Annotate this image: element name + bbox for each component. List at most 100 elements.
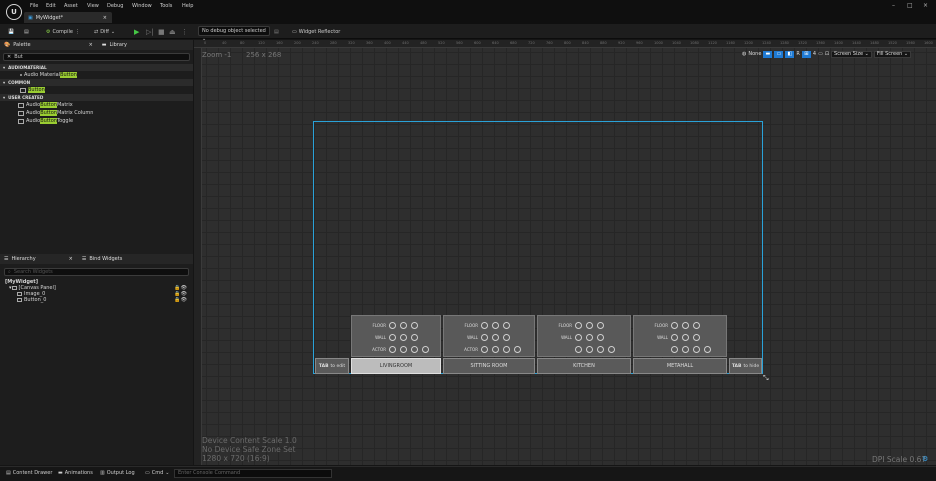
bind-widgets-tab[interactable]: Bind Widgets (89, 256, 122, 262)
close-hierarchy-icon[interactable]: × (69, 256, 73, 262)
screen-size-dropdown[interactable]: Screen Size ⌄ (831, 50, 872, 58)
debug-browse-icon[interactable]: ▤ (274, 27, 279, 36)
none-label[interactable]: None (748, 51, 761, 57)
toggle-1-icon[interactable]: ▬ (763, 50, 773, 58)
actor-toggle-icon[interactable] (481, 346, 488, 353)
toggle-circle[interactable] (693, 334, 700, 341)
tab-sitting-room[interactable]: SITTING ROOM (443, 358, 535, 374)
animations-button[interactable]: ▬ Animations (58, 470, 93, 476)
menu-tools[interactable]: Tools (160, 3, 172, 9)
toggle-circle[interactable] (597, 322, 604, 329)
document-tab[interactable]: ▣ MyWidget* × (24, 12, 112, 23)
palette-item[interactable]: Audio Button Toggle (0, 117, 193, 125)
console-command-input[interactable]: Enter Console Command (174, 469, 332, 478)
resize-handle-icon[interactable]: ⤡ (763, 374, 769, 383)
close-window-icon[interactable]: × (923, 2, 928, 9)
toggle-circle[interactable] (400, 334, 407, 341)
play-button[interactable]: ▶ (134, 27, 139, 36)
toggle-circle[interactable] (411, 334, 418, 341)
eject-button[interactable]: ⏏ (169, 27, 176, 36)
toggle-circle[interactable] (575, 322, 582, 329)
toggle-circle[interactable] (492, 322, 499, 329)
actor-toggle-icon[interactable] (411, 346, 418, 353)
toggle-circle[interactable] (492, 334, 499, 341)
none-icon[interactable]: ◍ (742, 51, 746, 57)
toggle-circle[interactable] (481, 334, 488, 341)
collapse-icon[interactable]: ▾ (3, 80, 5, 85)
toggle-circle[interactable] (481, 322, 488, 329)
widget-reflector-button[interactable]: ▭ Widget Reflector (292, 27, 340, 36)
palette-title[interactable]: Palette (13, 42, 30, 48)
grid-size-value[interactable]: 4 (813, 51, 816, 57)
fill-screen-dropdown[interactable]: Fill Screen ⌄ (873, 50, 912, 58)
toggle-circle[interactable] (503, 322, 510, 329)
menu-asset[interactable]: Asset (64, 3, 78, 9)
toggle-circle[interactable] (586, 334, 593, 341)
toggle-circle[interactable] (671, 322, 678, 329)
actor-toggle-icon[interactable] (514, 346, 521, 353)
tab-kitchen[interactable]: KITCHEN (537, 358, 631, 374)
hierarchy-tab[interactable]: Hierarchy (11, 256, 35, 262)
visibility-icon[interactable]: 🔒👁 (174, 297, 187, 303)
toggle-circle[interactable] (575, 334, 582, 341)
toggle-circle[interactable] (503, 334, 510, 341)
toggle-circle[interactable] (693, 322, 700, 329)
palette-item[interactable]: Button (0, 86, 193, 94)
resize-icon[interactable]: ▭ (818, 51, 823, 57)
compile-options-icon[interactable]: ⋮ (75, 29, 80, 35)
palette-item[interactable]: Audio Button Matrix (0, 101, 193, 109)
output-log-button[interactable]: ▥ Output Log (100, 470, 135, 476)
menu-window[interactable]: Window (132, 3, 152, 9)
actor-toggle-icon[interactable] (492, 346, 499, 353)
more-options-icon[interactable]: ⋮ (181, 27, 188, 36)
tab-metahall[interactable]: METAHALL (633, 358, 727, 374)
toggle-circle[interactable] (597, 334, 604, 341)
actor-toggle-icon[interactable] (693, 346, 700, 353)
respect-locks-icon[interactable]: R (796, 51, 799, 57)
palette-category[interactable]: ▾ USER CREATED (0, 94, 193, 101)
palette-search-input[interactable]: ✕ But (3, 53, 190, 61)
actor-toggle-icon[interactable] (503, 346, 510, 353)
grid-snap-icon[interactable]: ⊞ (801, 50, 811, 58)
hierarchy-search-input[interactable]: ⌕ Search Widgets (4, 268, 189, 276)
compile-button[interactable]: ⚙ Compile ⋮ (46, 27, 80, 36)
library-tab[interactable]: Library (110, 42, 127, 48)
actor-toggle-icon[interactable] (704, 346, 711, 353)
save-icon[interactable]: 💾 (8, 27, 14, 36)
maximize-icon[interactable]: □ (907, 2, 913, 9)
toggle-circle[interactable] (400, 322, 407, 329)
actor-toggle-icon[interactable] (608, 346, 615, 353)
actor-toggle-icon[interactable] (422, 346, 429, 353)
lock-icon[interactable]: ▭ (774, 50, 784, 58)
palette-category[interactable]: ▾ COMMON (0, 79, 193, 86)
cmd-button[interactable]: ▭ Cmd ⌄ (145, 470, 169, 476)
toggle-circle[interactable] (411, 322, 418, 329)
actor-toggle-icon[interactable] (597, 346, 604, 353)
close-tab-icon[interactable]: × (103, 15, 107, 21)
palette-item[interactable]: Audio Material Button (0, 71, 193, 79)
content-drawer-button[interactable]: ▤ Content Drawer (6, 470, 52, 476)
collapse-icon[interactable]: ▾ (3, 95, 5, 100)
close-palette-icon[interactable]: × (89, 42, 93, 48)
browse-icon[interactable]: ▤ (24, 27, 29, 36)
toggle-circle[interactable] (389, 322, 396, 329)
menu-debug[interactable]: Debug (107, 3, 123, 9)
diff-button[interactable]: ⇄ Diff ⌄ (94, 27, 115, 36)
actor-toggle-icon[interactable] (682, 346, 689, 353)
toggle-circle[interactable] (389, 334, 396, 341)
actor-toggle-icon[interactable] (389, 346, 396, 353)
menu-edit[interactable]: Edit (46, 3, 56, 9)
debug-object-select[interactable]: No debug object selected ⌄ (198, 26, 270, 42)
minimize-icon[interactable]: – (892, 2, 895, 9)
dpi-settings-icon[interactable]: ⚙ (922, 455, 928, 463)
menu-file[interactable]: File (30, 3, 38, 9)
collapse-icon[interactable]: ▾ (3, 65, 5, 70)
stop-button[interactable]: ■ (158, 27, 165, 36)
tab-livingroom[interactable]: LIVINGROOM (351, 358, 441, 374)
menu-view[interactable]: View (87, 3, 99, 9)
actor-toggle-icon[interactable] (400, 346, 407, 353)
palette-item[interactable]: Audio Button Matrix Column (0, 109, 193, 117)
actor-toggle-icon[interactable] (575, 346, 582, 353)
toggle-circle[interactable] (671, 334, 678, 341)
actor-toggle-icon[interactable] (671, 346, 678, 353)
